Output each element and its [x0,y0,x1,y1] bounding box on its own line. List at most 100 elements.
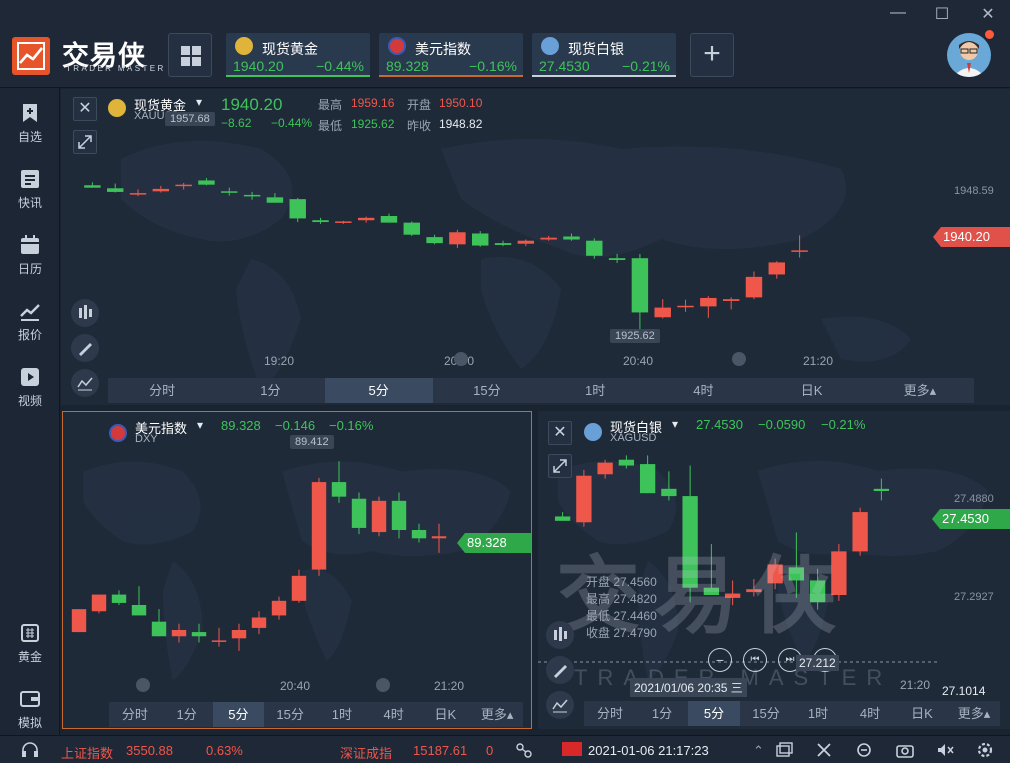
candlestick[interactable] [221,187,238,196]
tf-5min[interactable]: 5分 [212,702,265,727]
candlestick[interactable] [768,261,785,279]
candlestick[interactable] [291,569,307,603]
candlestick[interactable] [722,297,740,310]
minimize-button[interactable]: — [886,4,910,22]
tf-more[interactable]: 更多▴ [948,701,1000,726]
candlestick[interactable] [231,623,247,651]
indicator-button[interactable] [546,691,574,719]
candlestick[interactable] [391,492,407,539]
candlestick[interactable] [494,240,512,247]
candlestick[interactable] [243,191,261,200]
tf-5min[interactable]: 5分 [324,378,433,403]
candlestick[interactable] [107,183,124,193]
tf-tick[interactable]: 分时 [108,378,216,403]
windows-icon[interactable] [775,742,793,758]
tf-15min[interactable]: 15分 [264,702,316,727]
candlestick[interactable] [426,234,443,245]
tf-1min[interactable]: 1分 [636,701,688,726]
draw-tool-button[interactable] [546,656,574,684]
tf-15min[interactable]: 15分 [740,701,792,726]
candlestick[interactable] [84,182,101,188]
indicator-button[interactable] [71,369,99,397]
candlestick[interactable] [131,586,147,616]
tf-more[interactable]: 更多▴ [471,702,523,727]
candlestick[interactable] [266,193,284,203]
mute-icon[interactable] [935,741,955,759]
candlestick[interactable] [618,455,635,469]
index-name[interactable]: 上证指数 [61,743,113,762]
candlestick[interactable] [576,469,592,527]
tf-4h[interactable]: 4时 [649,378,757,403]
prev-button[interactable]: ⏮ [743,648,767,672]
sidebar-item-quotes[interactable]: 报价 [0,294,60,350]
tf-1h[interactable]: 1时 [541,378,649,403]
tf-tick[interactable]: 分时 [109,702,161,727]
candle-type-button[interactable] [546,621,574,649]
scroll-handle[interactable] [376,678,390,692]
candlestick[interactable] [639,455,656,494]
draw-tool-button[interactable] [71,334,99,362]
tf-1h[interactable]: 1时 [316,702,368,727]
candlestick[interactable] [608,253,626,264]
candlestick[interactable] [311,477,327,576]
candlestick[interactable] [152,185,170,193]
candlestick-chart-gold[interactable] [61,89,1010,405]
maximize-button[interactable]: ☐ [930,4,954,23]
tf-daily[interactable]: 日K [758,378,866,403]
candle-type-button[interactable] [71,299,99,327]
candlestick[interactable] [852,507,868,556]
camera-icon[interactable] [895,741,915,759]
sidebar-item-news[interactable]: 快讯 [0,162,60,218]
candlestick[interactable] [745,271,763,300]
sidebar-item-simulate[interactable]: 模拟 [0,682,60,738]
candlestick[interactable] [472,231,489,247]
candlestick[interactable] [371,496,387,537]
candlestick[interactable] [312,217,329,224]
tf-1min[interactable]: 1分 [216,378,324,403]
index-name[interactable]: 深证成指 [340,743,392,762]
candlestick[interactable] [586,238,603,259]
chevron-up-icon[interactable]: ⌃ [753,743,764,759]
tf-tick[interactable]: 分时 [584,701,636,726]
candlestick[interactable] [403,221,420,236]
candlestick[interactable] [380,213,398,223]
candlestick[interactable] [175,182,192,190]
connection-icon[interactable] [514,741,534,759]
candlestick[interactable] [335,220,352,224]
candlestick[interactable] [677,299,694,312]
link-icon[interactable] [855,741,873,759]
tf-4h[interactable]: 4时 [844,701,896,726]
candlestick[interactable] [191,623,207,643]
tab-dxy[interactable]: 美元指数 89.328 −0.16% [379,33,523,77]
sidebar-item-calendar[interactable]: 日历 [0,228,60,284]
candlestick[interactable] [661,471,677,501]
settings-icon[interactable] [975,740,995,760]
candlestick[interactable] [700,296,717,318]
sidebar-item-video[interactable]: 视频 [0,360,60,416]
candlestick[interactable] [331,461,347,503]
candlestick[interactable] [449,229,466,248]
scroll-handle[interactable] [732,352,746,366]
candlestick[interactable] [431,523,447,553]
tab-gold[interactable]: 现货黄金 1940.20 −0.44% [226,33,370,77]
candlestick[interactable] [654,299,671,319]
candlestick[interactable] [111,590,127,605]
tab-silver[interactable]: 现货白银 27.4530 −0.21% [532,33,676,77]
candlestick[interactable] [171,623,187,643]
tf-daily[interactable]: 日K [896,701,948,726]
tf-4h[interactable]: 4时 [368,702,420,727]
candlestick[interactable] [289,197,306,223]
scroll-handle[interactable] [454,352,468,366]
sidebar-item-gold[interactable]: 黄金 [0,616,60,672]
avatar[interactable] [947,33,991,77]
candlestick[interactable] [251,611,267,635]
tf-15min[interactable]: 15分 [433,378,541,403]
candlestick[interactable] [129,189,147,197]
tf-daily[interactable]: 日K [420,702,472,727]
candlestick[interactable] [411,523,427,543]
tf-1min[interactable]: 1分 [161,702,213,727]
headset-icon[interactable] [20,741,40,759]
candlestick[interactable] [540,235,557,241]
candlestick[interactable] [791,235,808,258]
candlestick[interactable] [563,233,580,241]
